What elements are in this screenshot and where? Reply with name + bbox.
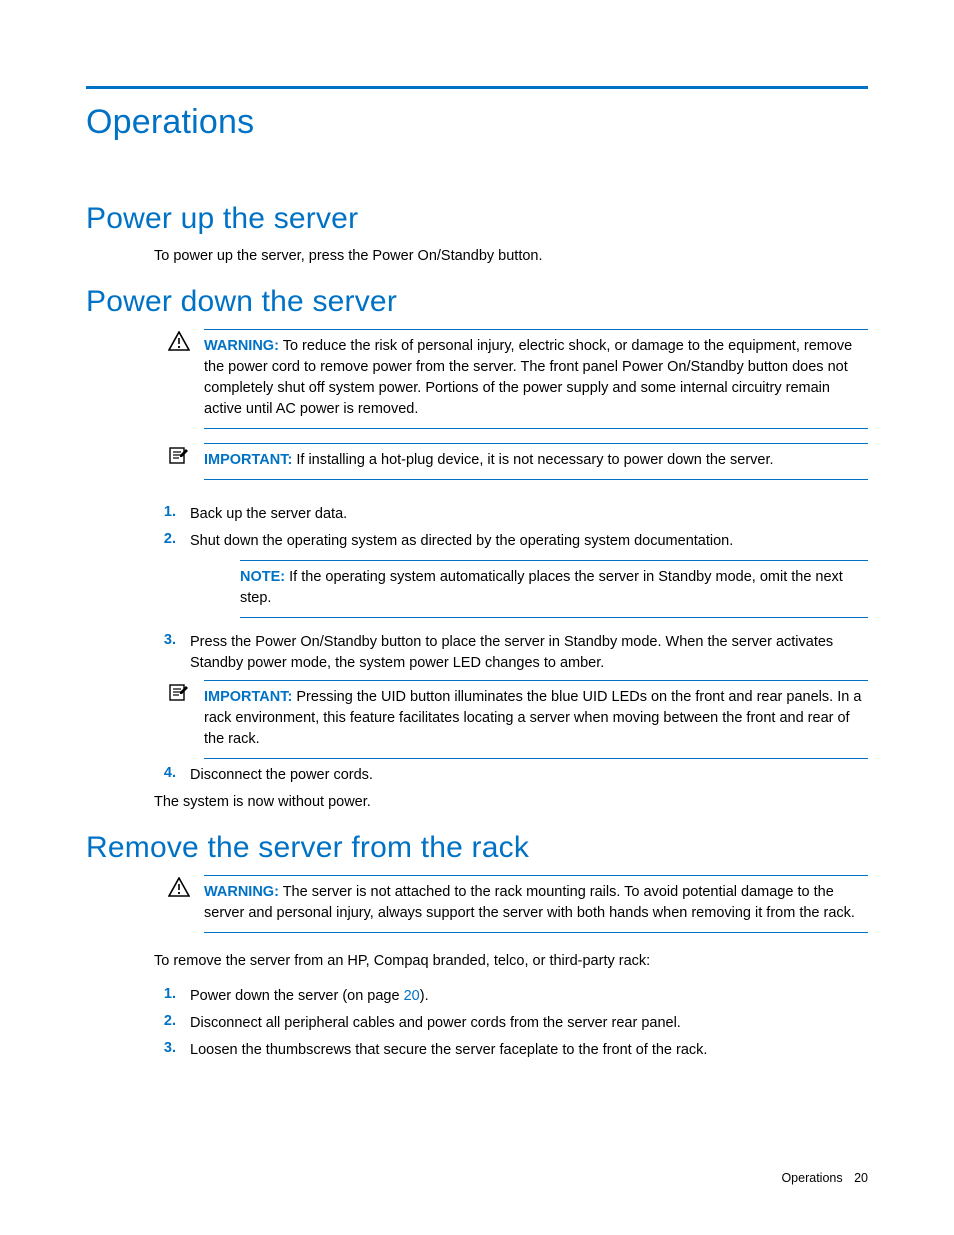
important-icon — [168, 445, 190, 465]
warning-text: The server is not attached to the rack m… — [204, 884, 855, 921]
power-up-body: To power up the server, press the Power … — [154, 246, 868, 267]
step-text: Back up the server data. — [190, 504, 868, 525]
important-text: Pressing the UID button illuminates the … — [204, 689, 861, 747]
step-text: Loosen the thumbscrews that secure the s… — [190, 1040, 868, 1061]
step-number: 2. — [154, 531, 190, 547]
note-callout: NOTE: If the operating system automatica… — [240, 560, 868, 618]
list-item: 2. Shut down the operating system as dir… — [154, 531, 868, 626]
power-down-steps: 1. Back up the server data. 2. Shut down… — [154, 504, 868, 786]
page-title: Operations — [86, 103, 868, 142]
important-icon — [168, 682, 190, 702]
step-number: 3. — [154, 632, 190, 648]
warning-icon — [168, 877, 190, 897]
step-text: Shut down the operating system as direct… — [190, 531, 868, 552]
step-text: Press the Power On/Standby button to pla… — [190, 632, 868, 674]
warning-callout: WARNING: The server is not attached to t… — [154, 875, 868, 933]
page-footer: Operations 20 — [781, 1171, 868, 1185]
heading-power-down: Power down the server — [86, 285, 868, 319]
warning-text: To reduce the risk of personal injury, e… — [204, 338, 852, 417]
list-item: 2. Disconnect all peripheral cables and … — [154, 1013, 868, 1034]
step-number: 3. — [154, 1040, 190, 1056]
note-label: NOTE: — [240, 569, 285, 585]
important-label: IMPORTANT: — [204, 452, 292, 468]
list-item: 4. Disconnect the power cords. — [154, 765, 868, 786]
step-number: 1. — [154, 986, 190, 1002]
warning-label: WARNING: — [204, 338, 279, 354]
list-item: 1. Power down the server (on page 20). — [154, 986, 868, 1007]
step-number: 2. — [154, 1013, 190, 1029]
document-page: Operations Power up the server To power … — [0, 0, 954, 1235]
important-text: If installing a hot-plug device, it is n… — [296, 452, 773, 468]
step-text: Disconnect all peripheral cables and pow… — [190, 1013, 868, 1034]
list-item: 3. Press the Power On/Standby button to … — [154, 632, 868, 759]
important-label: IMPORTANT: — [204, 689, 292, 705]
remove-rack-intro: To remove the server from an HP, Compaq … — [154, 951, 868, 972]
remove-rack-steps: 1. Power down the server (on page 20). 2… — [154, 986, 868, 1061]
footer-label: Operations — [781, 1171, 842, 1185]
list-item: 1. Back up the server data. — [154, 504, 868, 525]
heading-remove-rack: Remove the server from the rack — [86, 831, 868, 865]
heading-power-up: Power up the server — [86, 202, 868, 236]
page-link[interactable]: 20 — [404, 988, 420, 1004]
footer-page-number: 20 — [854, 1171, 868, 1185]
warning-icon — [168, 331, 190, 351]
step-text: Disconnect the power cords. — [190, 765, 868, 786]
important-callout: IMPORTANT: If installing a hot-plug devi… — [154, 443, 868, 480]
step-number: 4. — [154, 765, 190, 781]
step-number: 1. — [154, 504, 190, 520]
power-down-closing: The system is now without power. — [154, 792, 868, 813]
top-rule — [86, 86, 868, 89]
warning-callout: WARNING: To reduce the risk of personal … — [154, 329, 868, 429]
note-text: If the operating system automatically pl… — [240, 569, 843, 606]
step-text: Power down the server (on page 20). — [190, 986, 868, 1007]
warning-label: WARNING: — [204, 884, 279, 900]
important-callout: IMPORTANT: Pressing the UID button illum… — [190, 680, 868, 759]
list-item: 3. Loosen the thumbscrews that secure th… — [154, 1040, 868, 1061]
